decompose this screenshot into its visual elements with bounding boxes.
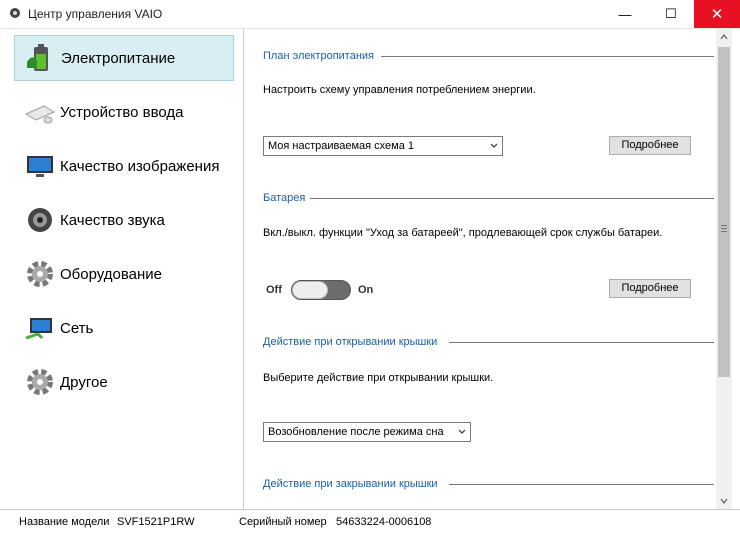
sidebar-item-network[interactable]: Сеть xyxy=(14,305,234,351)
serial-number-value: 54633224-0006108 xyxy=(336,516,432,528)
section-heading-battery: Батарея xyxy=(263,192,306,204)
gear-icon xyxy=(27,369,53,395)
maximize-button[interactable]: ☐ xyxy=(648,0,694,28)
lid-open-description: Выберите действие при открывании крышки. xyxy=(263,372,494,384)
scroll-down-button[interactable] xyxy=(716,493,732,509)
network-icon xyxy=(25,318,52,340)
toggle-on-label: On xyxy=(358,284,374,296)
thumb-grip xyxy=(721,228,727,229)
power-plan-select[interactable]: Моя настраиваемая схема 1 xyxy=(263,136,503,156)
section-heading-lid-open: Действие при открывании крышки xyxy=(263,336,438,348)
model-name-value: SVF1521P1RW xyxy=(117,516,195,528)
gear-icon xyxy=(27,261,53,287)
sidebar-item-label: Другое xyxy=(60,373,108,391)
chevron-down-icon xyxy=(720,498,728,504)
sidebar-item-other[interactable]: Другое xyxy=(14,359,234,405)
power-plan-description: Настроить схему управления потреблением … xyxy=(263,84,536,96)
section-divider xyxy=(449,342,714,343)
section-divider xyxy=(310,198,714,199)
battery-care-toggle[interactable] xyxy=(291,280,351,300)
sidebar-item-label: Качество звука xyxy=(60,211,165,229)
keyboard-icon xyxy=(24,105,56,124)
serial-number-label: Серийный номер xyxy=(239,516,327,528)
scroll-up-button[interactable] xyxy=(716,29,732,45)
chevron-down-icon xyxy=(458,429,466,434)
vertical-scrollbar[interactable] xyxy=(716,29,732,509)
scrollbar-thumb[interactable] xyxy=(718,47,730,377)
sidebar-item-label: Качество изображения xyxy=(60,157,220,175)
power-plan-select-value: Моя настраиваемая схема 1 xyxy=(268,140,415,152)
model-name-label: Название модели xyxy=(19,516,110,528)
battery-description: Вкл./выкл. функции "Уход за батареей", п… xyxy=(263,227,663,239)
section-heading-power-plan: План электропитания xyxy=(263,50,374,62)
close-button[interactable]: ✕ xyxy=(694,0,740,28)
monitor-icon xyxy=(27,156,53,177)
lid-open-select-value: Возобновление после режима сна xyxy=(268,426,444,438)
toggle-off-label: Off xyxy=(266,284,282,296)
section-heading-lid-close: Действие при закрывании крышки xyxy=(263,478,438,490)
status-bar: Название модели SVF1521P1RW Серийный ном… xyxy=(0,509,740,535)
sidebar-item-image-quality[interactable]: Качество изображения xyxy=(14,143,234,189)
minimize-button[interactable]: — xyxy=(602,0,648,28)
section-divider xyxy=(381,56,714,57)
window-title: Центр управления VAIO xyxy=(28,7,163,21)
lid-open-action-select[interactable]: Возобновление после режима сна xyxy=(263,422,471,442)
sidebar-item-label: Оборудование xyxy=(60,265,163,283)
sidebar-item-sound-quality[interactable]: Качество звука xyxy=(14,197,234,243)
sidebar-item-label: Электропитание xyxy=(61,49,176,67)
settings-panel: План электропитания Настроить схему упра… xyxy=(244,29,716,509)
thumb-grip xyxy=(721,225,727,226)
section-divider xyxy=(449,484,714,485)
vaio-app-icon xyxy=(10,8,20,18)
title-bar: Центр управления VAIO — ☐ ✕ xyxy=(0,0,740,29)
battery-icon xyxy=(27,44,48,71)
thumb-grip xyxy=(721,231,727,232)
toggle-knob[interactable] xyxy=(292,281,328,299)
power-plan-details-button[interactable]: Подробнее xyxy=(609,136,691,155)
sidebar-item-power[interactable]: Электропитание xyxy=(14,35,234,81)
sidebar: Электропитание Устройство ввода Качество… xyxy=(0,29,244,509)
sidebar-item-label: Сеть xyxy=(60,319,94,337)
chevron-down-icon xyxy=(490,143,498,148)
speaker-icon xyxy=(28,208,52,232)
chevron-up-icon xyxy=(720,34,728,40)
sidebar-item-input-device[interactable]: Устройство ввода xyxy=(14,89,234,135)
sidebar-item-hardware[interactable]: Оборудование xyxy=(14,251,234,297)
battery-details-button[interactable]: Подробнее xyxy=(609,279,691,298)
sidebar-item-label: Устройство ввода xyxy=(60,103,184,121)
